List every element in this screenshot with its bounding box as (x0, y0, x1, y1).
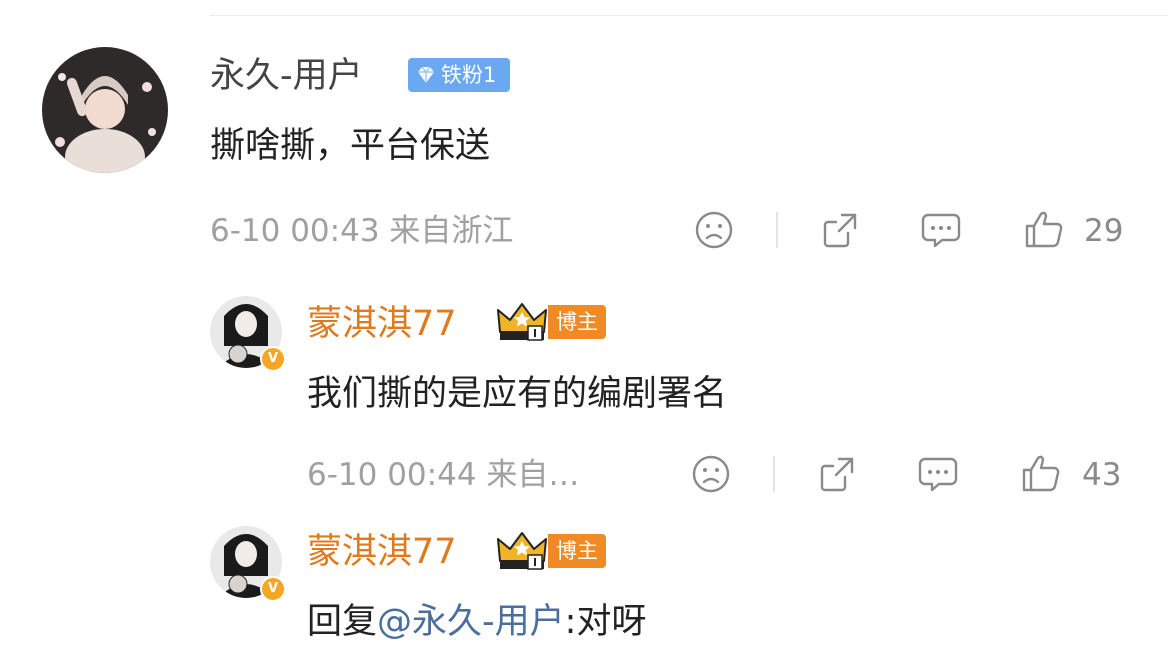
reply-time-location: 6-10 00:44 来自… (307, 457, 580, 493)
like-button[interactable] (1021, 206, 1067, 252)
thumbs-up-icon (1022, 455, 1060, 492)
sad-face-icon (692, 455, 730, 493)
comment-username[interactable]: 永久-用户 (210, 56, 363, 96)
comment-button[interactable] (916, 452, 960, 496)
action-divider (776, 212, 778, 248)
mention-link[interactable]: @永久-用户 (377, 602, 565, 642)
share-icon (823, 213, 857, 248)
sad-face-icon (695, 211, 733, 249)
host-badge: 博主 (548, 534, 606, 568)
action-divider (773, 456, 775, 492)
dislike-button[interactable] (692, 208, 736, 252)
crown-icon (497, 532, 547, 570)
like-count: 29 (1084, 213, 1124, 249)
share-button[interactable] (818, 208, 862, 252)
comment-icon (918, 457, 958, 492)
fan-level-badge: 铁粉1 (408, 58, 510, 92)
like-count: 43 (1082, 457, 1122, 493)
crown-icon (497, 303, 547, 341)
reply-text: 我们撕的是应有的编剧署名 (307, 374, 728, 414)
diamond-icon (418, 66, 434, 83)
comment-button[interactable] (919, 208, 963, 252)
avatar[interactable] (42, 47, 168, 173)
top-divider (210, 15, 1168, 16)
host-badge: 博主 (548, 305, 606, 339)
share-icon (820, 457, 854, 492)
reply-username[interactable]: 蒙淇淇77 (307, 304, 457, 344)
comment-text: 撕啥撕，平台保送 (210, 126, 491, 166)
comment-icon (921, 213, 961, 248)
thumbs-up-icon (1025, 211, 1063, 248)
reply-text: 回复@永久-用户:对呀 (307, 600, 646, 644)
dislike-button[interactable] (689, 452, 733, 496)
verified-badge: V (260, 346, 286, 372)
reply-username[interactable]: 蒙淇淇77 (307, 532, 457, 572)
verified-badge: V (260, 576, 286, 602)
fan-badge-label: 铁粉1 (441, 63, 497, 87)
reply-body: :对呀 (564, 602, 647, 642)
like-button[interactable] (1018, 450, 1064, 496)
share-button[interactable] (815, 452, 859, 496)
reply-prefix: 回复 (307, 602, 378, 642)
comment-time-location: 6-10 00:43 来自浙江 (210, 213, 514, 249)
